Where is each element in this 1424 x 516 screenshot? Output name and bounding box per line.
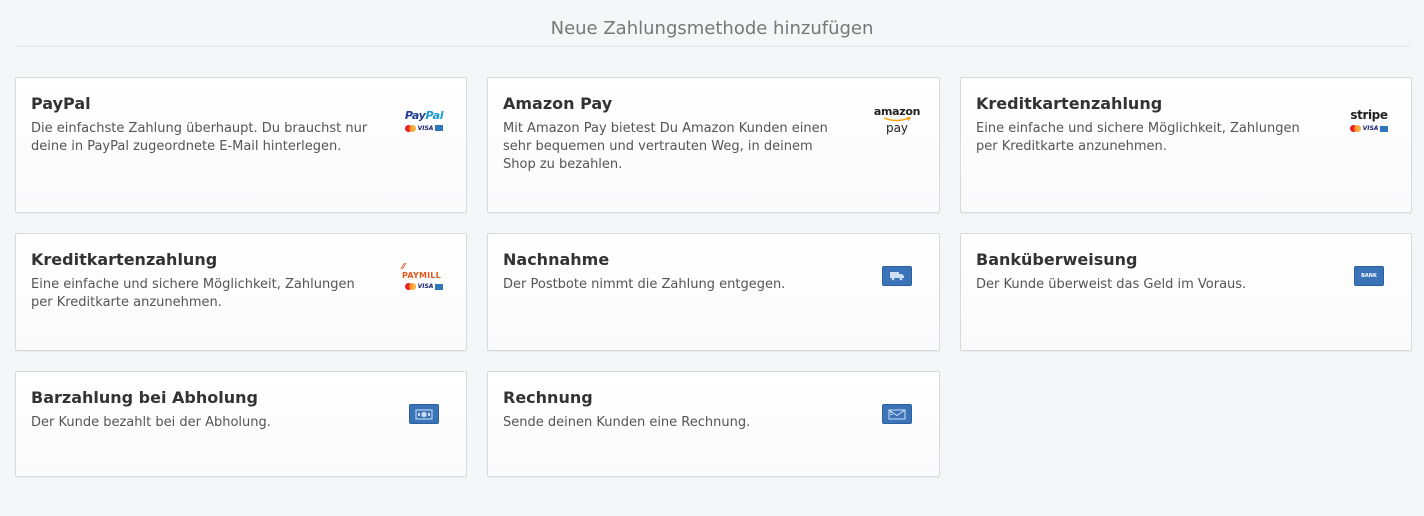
payment-method-card-invoice[interactable]: Rechnung Sende deinen Kunden eine Rechnu…	[487, 371, 940, 477]
method-title: Kreditkartenzahlung	[976, 94, 1163, 113]
method-title: Rechnung	[503, 388, 593, 407]
method-description: Eine einfache und sichere Möglichkeit, Z…	[976, 121, 1300, 154]
payment-method-card-cash-on-delivery[interactable]: Nachnahme Der Postbote nimmt die Zahlung…	[487, 233, 940, 351]
amazon-pay-logo-icon: amazon pay	[873, 104, 921, 135]
method-description: Mit Amazon Pay bietest Du Amazon Kunden …	[503, 121, 828, 172]
payment-method-card-paymill[interactable]: Kreditkartenzahlung Eine einfache und si…	[15, 233, 467, 351]
method-description: Der Postbote nimmt die Zahlung entgegen.	[503, 277, 786, 292]
method-title: PayPal	[31, 94, 91, 113]
method-description: Der Kunde bezahlt bei der Abholung.	[31, 415, 271, 430]
payment-method-card-stripe[interactable]: Kreditkartenzahlung Eine einfache und si…	[960, 77, 1412, 213]
cash-icon	[402, 398, 446, 430]
method-description: Die einfachste Zahlung überhaupt. Du bra…	[31, 121, 368, 154]
paypal-logo-icon: PayPal VISA	[404, 108, 444, 132]
method-title: Amazon Pay	[503, 94, 613, 113]
delivery-truck-icon	[875, 260, 919, 292]
payment-method-card-paypal[interactable]: PayPal Die einfachste Zahlung überhaupt.…	[15, 77, 467, 213]
paymill-logo-icon: ⁄⁄ PAYMILL VISA	[402, 260, 446, 292]
payment-method-card-amazon-pay[interactable]: Amazon Pay Mit Amazon Pay bietest Du Ama…	[487, 77, 940, 213]
invoice-envelope-icon	[875, 398, 919, 430]
method-title: Kreditkartenzahlung	[31, 250, 218, 269]
method-description: Sende deinen Kunden eine Rechnung.	[503, 415, 751, 430]
payment-method-card-bank-transfer[interactable]: Banküberweisung Der Kunde überweist das …	[960, 233, 1412, 351]
bank-icon: BANK	[1347, 260, 1391, 292]
method-title: Barzahlung bei Abholung	[31, 388, 258, 407]
stripe-logo-icon: stripe VISA	[1349, 108, 1389, 132]
method-description: Eine einfache und sichere Möglichkeit, Z…	[31, 277, 355, 310]
method-title: Nachnahme	[503, 250, 610, 269]
payment-method-card-cash-pickup[interactable]: Barzahlung bei Abholung Der Kunde bezahl…	[15, 371, 467, 477]
title-divider	[15, 46, 1411, 47]
method-title: Banküberweisung	[976, 250, 1138, 269]
page-title: Neue Zahlungsmethode hinzufügen	[550, 18, 874, 39]
method-description: Der Kunde überweist das Geld im Voraus.	[976, 277, 1247, 292]
